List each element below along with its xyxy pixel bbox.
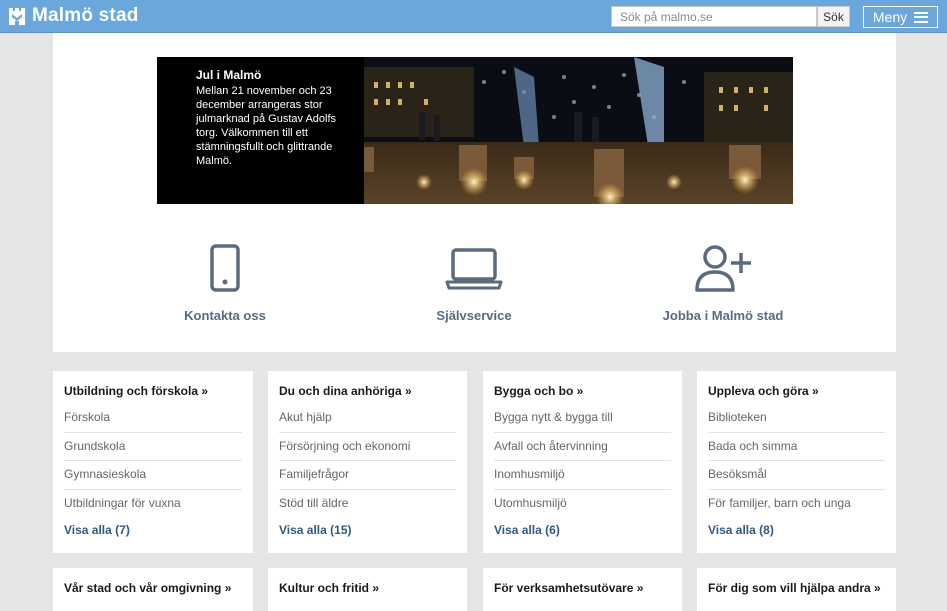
category-item[interactable]: Inomhusmiljö — [494, 461, 671, 490]
hero-body: Mellan 21 november och 23 december arran… — [196, 85, 337, 167]
christmas-market-photo — [364, 57, 793, 204]
show-all-link[interactable]: Visa alla (6) — [494, 523, 671, 537]
category-list: Akut hjälp Försörjning och ekonomi Famil… — [279, 404, 456, 517]
hamburger-icon — [914, 11, 929, 23]
category-title[interactable]: Vår stad och vår omgivning » — [64, 581, 242, 595]
category-card: Bygga och bo » Bygga nytt & bygga till A… — [483, 371, 682, 553]
phone-icon — [210, 244, 240, 292]
category-title[interactable]: Du och dina anhöriga » — [279, 384, 456, 398]
category-list: Förskola Grundskola Gymnasieskola Utbild… — [64, 404, 242, 517]
top-bar: Malmö stad Sök Meny — [0, 0, 947, 33]
add-user-icon — [695, 245, 751, 292]
category-item[interactable]: Gymnasieskola — [64, 461, 242, 490]
category-item[interactable]: Försörjning och ekonomi — [279, 433, 456, 461]
search-button[interactable]: Sök — [817, 6, 850, 27]
category-item[interactable]: Utbildningar för vuxna — [64, 490, 242, 518]
category-card: Vår stad och vår omgivning » — [53, 568, 253, 611]
city-crest-icon — [9, 8, 25, 25]
jobs-label: Jobba i Malmö stad — [662, 308, 784, 323]
category-item[interactable]: Besöksmål — [708, 461, 885, 490]
category-title[interactable]: Bygga och bo » — [494, 384, 671, 398]
category-list: Biblioteken Bada och simma Besöksmål För… — [708, 404, 885, 517]
category-item[interactable]: För familjer, barn och unga — [708, 490, 885, 518]
category-title[interactable]: För verksamhetsutövare » — [494, 581, 671, 595]
show-all-link[interactable]: Visa alla (8) — [708, 523, 885, 537]
quick-links: Kontakta oss Självservice Jobba i Malmö … — [53, 243, 896, 333]
self-service-label: Självservice — [436, 308, 512, 323]
laptop-icon — [445, 248, 503, 290]
show-all-link[interactable]: Visa alla (15) — [279, 523, 456, 537]
category-item[interactable]: Förskola — [64, 404, 242, 433]
category-item[interactable]: Biblioteken — [708, 404, 885, 433]
search-input[interactable] — [611, 6, 817, 27]
main-panel: Jul i Malmö Mellan 21 november och 23 de… — [53, 33, 896, 352]
category-list: Bygga nytt & bygga till Avfall och återv… — [494, 404, 671, 517]
category-card: Du och dina anhöriga » Akut hjälp Försör… — [268, 371, 467, 553]
category-card: För dig som vill hjälpa andra » — [697, 568, 896, 611]
category-title[interactable]: Utbildning och förskola » — [64, 384, 242, 398]
category-item[interactable]: Utomhusmiljö — [494, 490, 671, 518]
category-item[interactable]: Familjefrågor — [279, 461, 456, 490]
category-item[interactable]: Stöd till äldre — [279, 490, 456, 518]
category-item[interactable]: Bygga nytt & bygga till — [494, 404, 671, 433]
contact-label: Kontakta oss — [184, 308, 266, 323]
site-logo[interactable]: Malmö stad — [8, 5, 139, 27]
hero-caption: Jul i Malmö Mellan 21 november och 23 de… — [157, 57, 364, 204]
show-all-link[interactable]: Visa alla (7) — [64, 523, 242, 537]
hero-banner[interactable]: Jul i Malmö Mellan 21 november och 23 de… — [157, 57, 793, 204]
menu-button[interactable]: Meny — [863, 6, 938, 28]
category-title[interactable]: Uppleva och göra » — [708, 384, 885, 398]
category-title[interactable]: Kultur och fritid » — [279, 581, 456, 595]
contact-link[interactable]: Kontakta oss — [105, 243, 345, 323]
jobs-link[interactable]: Jobba i Malmö stad — [603, 243, 843, 323]
category-card: Kultur och fritid » — [268, 568, 467, 611]
self-service-link[interactable]: Självservice — [354, 243, 594, 323]
hero-title: Jul i Malmö — [196, 68, 262, 82]
category-item[interactable]: Akut hjälp — [279, 404, 456, 433]
category-card: Uppleva och göra » Biblioteken Bada och … — [697, 371, 896, 553]
site-name: Malmö stad — [32, 5, 139, 26]
category-card: För verksamhetsutövare » — [483, 568, 682, 611]
category-card: Utbildning och förskola » Förskola Grund… — [53, 371, 253, 553]
category-item[interactable]: Bada och simma — [708, 433, 885, 461]
category-item[interactable]: Avfall och återvinning — [494, 433, 671, 461]
menu-label: Meny — [872, 9, 908, 25]
category-item[interactable]: Grundskola — [64, 433, 242, 461]
category-title[interactable]: För dig som vill hjälpa andra » — [708, 581, 885, 595]
